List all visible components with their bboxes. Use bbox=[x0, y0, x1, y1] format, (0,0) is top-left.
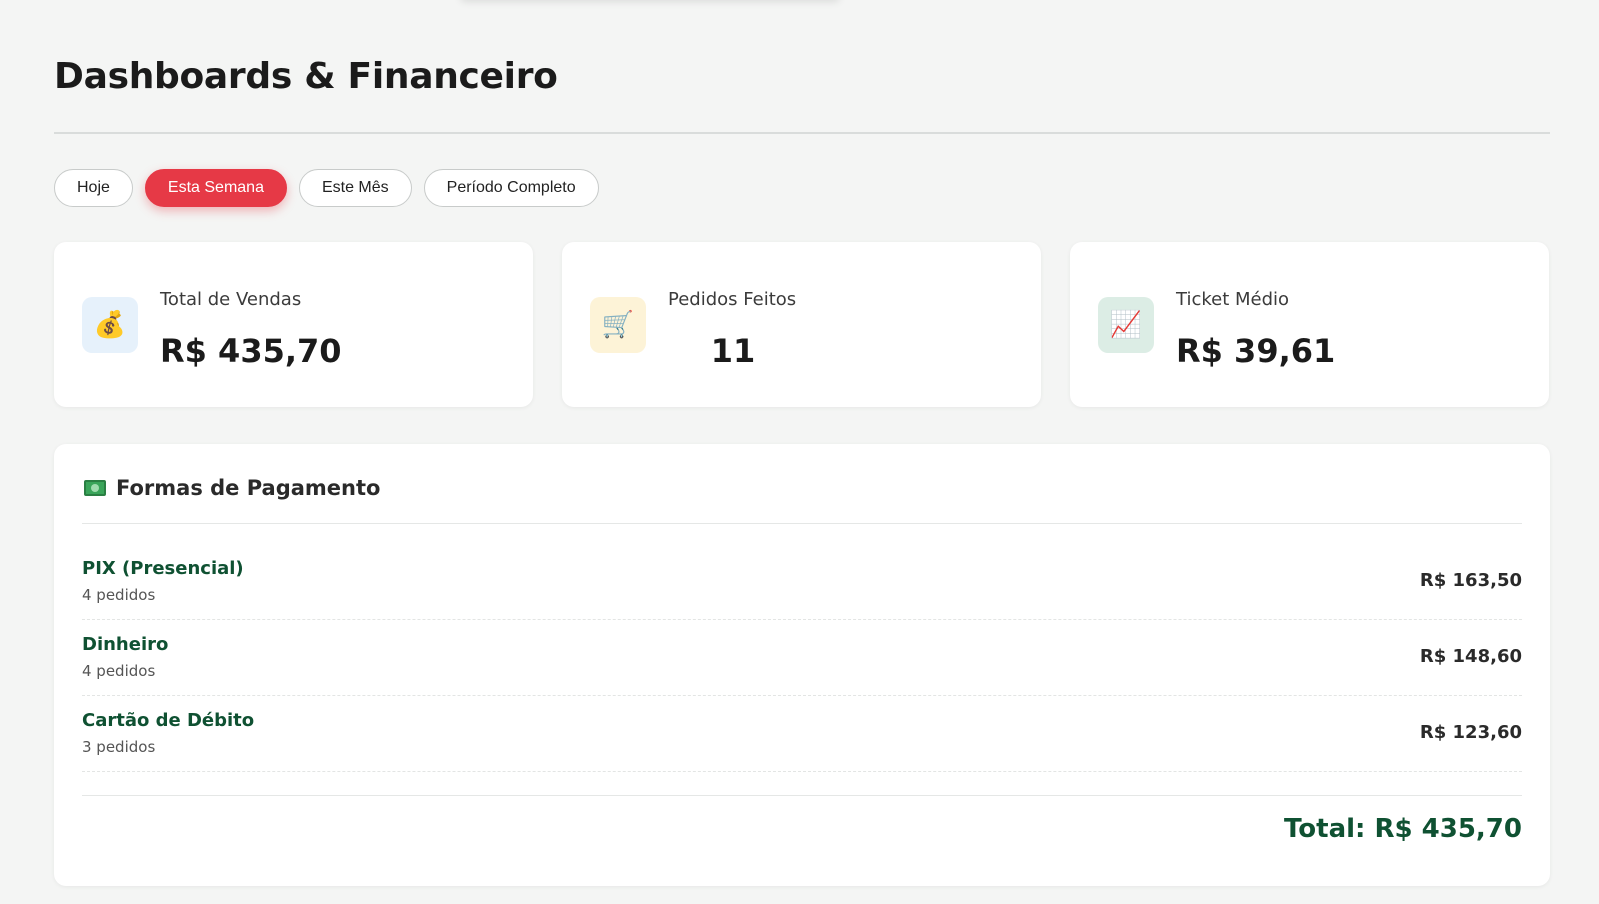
orders-value: 11 bbox=[710, 332, 756, 370]
payment-method-amount: R$ 123,60 bbox=[1419, 722, 1522, 743]
total-sales-card: 💰 Total de Vendas R$ 435,70 bbox=[54, 242, 533, 407]
orders-card: 🛒 Pedidos Feitos 11 bbox=[562, 242, 1041, 407]
dollar-banknote-icon bbox=[84, 480, 106, 496]
shopping-cart-icon: 🛒 bbox=[590, 297, 646, 353]
money-bag-icon: 💰 bbox=[82, 297, 138, 353]
list-item: PIX (Presencial) 4 pedidos R$ 163,50 bbox=[82, 544, 1522, 620]
payment-method-count: 3 pedidos bbox=[82, 738, 156, 756]
period-filter-group: Hoje Esta Semana Este Mês Período Comple… bbox=[54, 169, 599, 207]
payment-header-divider bbox=[82, 523, 1522, 524]
page-title: Dashboards & Financeiro bbox=[54, 56, 558, 97]
average-ticket-card: 📈 Ticket Médio R$ 39,61 bbox=[1070, 242, 1549, 407]
total-sales-label: Total de Vendas bbox=[160, 289, 302, 310]
orders-label: Pedidos Feitos bbox=[668, 289, 797, 310]
average-ticket-value: R$ 39,61 bbox=[1176, 332, 1336, 370]
filter-full-period-button[interactable]: Período Completo bbox=[423, 169, 599, 207]
payment-method-count: 4 pedidos bbox=[82, 586, 156, 604]
payment-methods-panel: Formas de Pagamento PIX (Presencial) 4 p… bbox=[54, 444, 1550, 886]
chart-increasing-icon: 📈 bbox=[1098, 297, 1154, 353]
title-divider bbox=[54, 132, 1550, 134]
payment-method-name: Dinheiro bbox=[82, 634, 169, 655]
total-sales-value: R$ 435,70 bbox=[160, 332, 342, 370]
payment-method-name: PIX (Presencial) bbox=[82, 558, 244, 579]
filter-today-button[interactable]: Hoje bbox=[54, 169, 133, 207]
average-ticket-label: Ticket Médio bbox=[1176, 289, 1290, 310]
total-divider bbox=[82, 795, 1522, 796]
list-item: Cartão de Débito 3 pedidos R$ 123,60 bbox=[82, 696, 1522, 772]
payment-method-amount: R$ 163,50 bbox=[1419, 570, 1522, 591]
payment-methods-title: Formas de Pagamento bbox=[116, 476, 381, 500]
stats-cards: 💰 Total de Vendas R$ 435,70 🛒 Pedidos Fe… bbox=[54, 242, 1549, 407]
filter-this-month-button[interactable]: Este Mês bbox=[298, 169, 412, 207]
payment-methods-header: Formas de Pagamento bbox=[84, 476, 380, 500]
payment-methods-list: PIX (Presencial) 4 pedidos R$ 163,50 Din… bbox=[82, 544, 1522, 772]
payment-method-count: 4 pedidos bbox=[82, 662, 156, 680]
filter-this-week-button[interactable]: Esta Semana bbox=[144, 169, 287, 207]
list-item: Dinheiro 4 pedidos R$ 148,60 bbox=[82, 620, 1522, 696]
payment-method-amount: R$ 148,60 bbox=[1419, 646, 1522, 667]
payment-total: Total: R$ 435,70 bbox=[1284, 814, 1522, 844]
payment-method-name: Cartão de Débito bbox=[82, 710, 255, 731]
